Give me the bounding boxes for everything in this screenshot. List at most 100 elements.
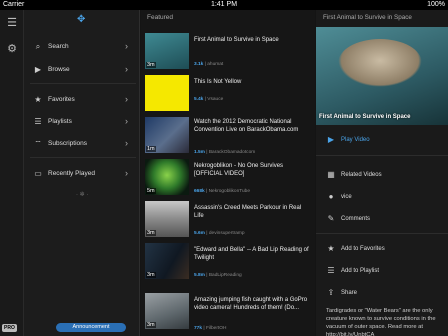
video-title: Nekrogoblikon - No One Survives [OFFICIA… [194, 163, 284, 177]
view-count: 5.8m [194, 273, 205, 278]
sidebar-item-label: Recently Played [48, 170, 95, 177]
share-button[interactable]: ⇪ Share [316, 282, 448, 304]
video-icon: ▭ [34, 169, 42, 178]
video-row[interactable]: 3m "Edward and Bella" -- A Bad Lip Readi… [141, 243, 315, 284]
menu-icon[interactable]: ☰ [5, 16, 19, 30]
video-preview[interactable]: First Animal to Survive in Space [316, 27, 448, 125]
video-meta: 5.6m | devinsupertramp [194, 231, 245, 236]
add-to-playlist-button[interactable]: ☰ Add to Playlist [316, 260, 448, 282]
action-label: Add to Favorites [341, 246, 385, 252]
user-icon: ● [328, 192, 334, 201]
channel-name: FilbertOH [205, 326, 227, 331]
chevron-right-icon: › [125, 64, 128, 74]
play-video-button[interactable]: ▶ Play Video [316, 129, 448, 151]
action-label: Share [341, 290, 358, 296]
chevron-right-icon: › [125, 168, 128, 178]
channel-name: ahumat [207, 62, 224, 67]
video-meta: 1.5m | BarackObamadotcom [194, 150, 256, 155]
sidebar-item-label: Subscriptions [48, 140, 88, 147]
chevron-right-icon: › [125, 138, 128, 148]
action-label: Comments [341, 216, 371, 222]
play-icon: ▶ [327, 135, 335, 144]
video-row[interactable]: 3m Amazing jumping fish caught with a Go… [141, 293, 315, 334]
video-title: Assassin's Creed Meets Parkour in Real L… [194, 205, 302, 219]
video-thumbnail: 3m [145, 201, 189, 237]
battery-label: 100% [427, 1, 445, 8]
video-row[interactable]: 3m First Animal to Survive in Space 3.1k… [141, 33, 315, 74]
channel-name: Vsauce [207, 97, 224, 102]
video-detail-panel: First Animal to Survive in Space First A… [316, 10, 448, 336]
sidebar: ✥ ⌕ Search › ▶ Browse › ★ Favorites › ☰ … [24, 10, 140, 336]
video-meta: 3.1k | ahumat [194, 62, 224, 67]
sidebar-item-label: Search [48, 43, 69, 50]
video-title: First Animal to Survive in Space [194, 37, 279, 43]
view-count: 3.1k [194, 62, 204, 67]
video-title: "Edward and Bella" -- A Bad Lip Reading … [194, 247, 309, 261]
view-count: 1.5m [194, 150, 205, 155]
add-to-favorites-button[interactable]: ★ Add to Favorites [316, 238, 448, 260]
divider [30, 83, 136, 84]
channel-button[interactable]: ● vice [316, 186, 448, 208]
action-label: vice [341, 194, 352, 200]
duration-label: 1m [146, 146, 156, 152]
related-videos-button[interactable]: ▦ Related Videos [316, 164, 448, 186]
duration-label: 3m [146, 322, 156, 328]
divider [30, 157, 136, 158]
detail-title: First Animal to Survive in Space [323, 14, 412, 21]
icon-rail: ☰ ⚙ PRO [0, 10, 24, 336]
list-icon: ☰ [34, 117, 42, 126]
chevron-right-icon: › [125, 116, 128, 126]
grid-icon: ▦ [327, 170, 335, 179]
video-thumbnail: 3m [145, 243, 189, 279]
chevron-right-icon: › [125, 41, 128, 51]
video-meta: 5.8m | BadLipReading [194, 273, 242, 278]
video-thumbnail: 3m [145, 33, 189, 69]
view-count: 77k [194, 326, 203, 331]
action-label: Add to Playlist [341, 268, 380, 274]
view-count: 668k [194, 189, 205, 194]
channel-name: BarackObamadotcom [208, 150, 256, 155]
video-row[interactable]: 3m Assassin's Creed Meets Parkour in Rea… [141, 201, 315, 242]
comments-button[interactable]: ✎ Comments [316, 208, 448, 230]
search-icon: ⌕ [35, 42, 41, 51]
duration-label: 3m [146, 62, 156, 68]
sidebar-item-search[interactable]: ⌕ Search › [24, 37, 140, 57]
video-thumbnail: 3m [145, 293, 189, 329]
sidebar-item-subscriptions[interactable]: ⌔ Subscriptions › [24, 134, 140, 154]
video-row[interactable]: This Is Not Yellow 5.4k | Vsauce [141, 75, 315, 116]
featured-feed: Featured 3m First Animal to Survive in S… [141, 10, 315, 336]
sidebar-item-playlists[interactable]: ☰ Playlists › [24, 112, 140, 132]
loading-spinner-icon: · ✲ · [76, 192, 89, 198]
sidebar-item-recently-played[interactable]: ▭ Recently Played › [24, 164, 140, 184]
sidebar-item-favorites[interactable]: ★ Favorites › [24, 90, 140, 110]
video-title: This Is Not Yellow [194, 79, 242, 85]
view-count: 5.6m [194, 231, 205, 236]
video-meta: 5.4k | Vsauce [194, 97, 224, 102]
app-logo-icon: ✥ [77, 14, 86, 25]
channel-name: devinsupertramp [208, 231, 245, 236]
play-square-icon: ▶ [34, 65, 42, 74]
comment-icon: ✎ [327, 214, 335, 223]
gear-icon[interactable]: ⚙ [5, 42, 19, 56]
sidebar-item-browse[interactable]: ▶ Browse › [24, 60, 140, 80]
status-bar: Carrier 1:41 PM 100% [0, 0, 448, 10]
video-meta: 77k | FilbertOH [194, 326, 227, 331]
sidebar-item-label: Playlists [48, 118, 72, 125]
announcement-button[interactable]: Announcement [56, 323, 126, 332]
preview-caption: First Animal to Survive in Space [319, 114, 411, 120]
video-title: Watch the 2012 Democratic National Conve… [194, 119, 299, 133]
star-icon: ★ [327, 244, 335, 253]
playlist-icon: ☰ [327, 266, 335, 275]
clock: 1:41 PM [210, 1, 238, 8]
tardigrade-image [338, 39, 422, 87]
video-row[interactable]: 1m Watch the 2012 Democratic National Co… [141, 117, 315, 158]
video-thumbnail: 1m [145, 117, 189, 153]
share-icon: ⇪ [327, 288, 335, 297]
channel-name: NekrogoblikonTube [208, 189, 251, 194]
channel-name: BadLipReading [208, 273, 242, 278]
video-thumbnail [145, 75, 189, 111]
sidebar-item-label: Favorites [48, 96, 75, 103]
video-thumbnail: 5m [145, 159, 189, 195]
video-row[interactable]: 5m Nekrogoblikon - No One Survives [OFFI… [141, 159, 315, 200]
wifi-icon: ⌔ [34, 139, 42, 148]
